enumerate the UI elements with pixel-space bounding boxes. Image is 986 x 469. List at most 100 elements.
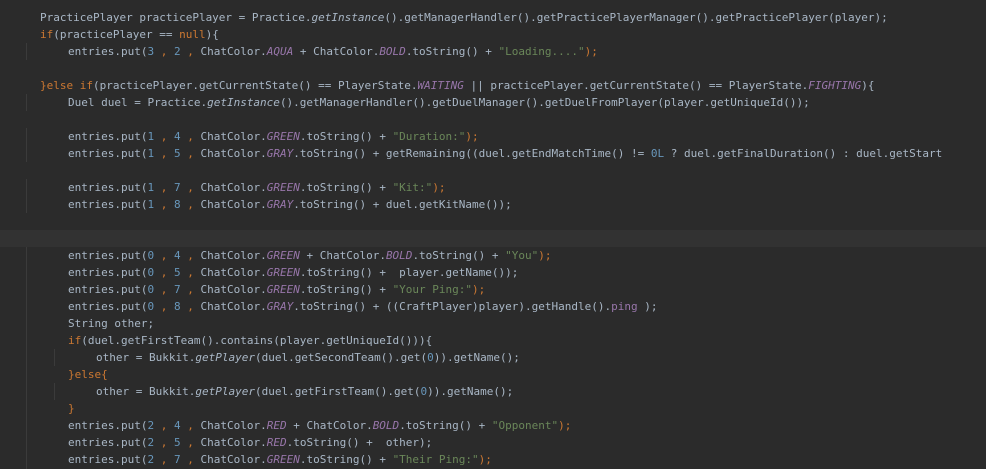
code-line[interactable]: if(duel.getFirstTeam().contains(player.g…	[0, 332, 986, 349]
code-editor[interactable]: PracticePlayer practicePlayer = Practice…	[0, 0, 986, 469]
code-token: )).getName();	[433, 351, 520, 364]
code-token: GREEN	[266, 181, 300, 194]
indent-guide	[26, 383, 27, 400]
code-token: (duel.getFirstTeam().get(	[254, 385, 421, 398]
code-token: ChatColor.	[200, 283, 267, 296]
code-token: ChatColor.	[200, 266, 267, 279]
code-line[interactable]	[0, 213, 986, 230]
code-line[interactable]: entries.put(0 , 4 , ChatColor.GREEN + Ch…	[0, 247, 986, 264]
indent-guide	[26, 298, 27, 315]
code-token: entries.put(	[68, 45, 148, 58]
code-line[interactable]: entries.put(1 , 7 , ChatColor.GREEN.toSt…	[0, 179, 986, 196]
code-line[interactable]: entries.put(0 , 8 , ChatColor.GRAY.toStr…	[0, 298, 986, 315]
indent-guide	[26, 264, 27, 281]
code-token: RED	[266, 436, 287, 449]
code-token: .toString() + getRemaining((duel.getEndM…	[293, 147, 651, 160]
code-token: + ChatColor.	[293, 45, 380, 58]
code-line[interactable]: other = Bukkit.getPlayer(duel.getFirstTe…	[0, 383, 986, 400]
indent-guide	[26, 196, 27, 213]
code-line-content: entries.put(2 , 4 , ChatColor.RED + Chat…	[68, 417, 571, 434]
code-token: FIGHTING	[808, 79, 862, 92]
code-line-content: Duel duel = Practice.getInstance().getMa…	[68, 94, 810, 111]
code-line[interactable]: entries.put(2 , 7 , ChatColor.GREEN.toSt…	[0, 451, 986, 468]
code-line-content: entries.put(3 , 2 , ChatColor.AQUA + Cha…	[68, 43, 598, 60]
code-token: ChatColor.	[200, 147, 267, 160]
indent-guide	[26, 417, 27, 434]
code-line[interactable]: entries.put(0 , 5 , ChatColor.GREEN.toSt…	[0, 264, 986, 281]
code-token: BOLD	[385, 249, 413, 262]
code-token: .toString() + other);	[286, 436, 433, 449]
code-line-content: entries.put(2 , 5 , ChatColor.RED.toStri…	[68, 434, 432, 451]
code-token: .toString() +	[405, 45, 499, 58]
code-token: 8	[173, 300, 181, 313]
code-token: if	[40, 28, 54, 41]
code-token: ,	[154, 266, 174, 279]
code-line[interactable]	[0, 60, 986, 77]
code-line[interactable]: if(practicePlayer == null){	[0, 26, 986, 43]
indent-guide	[26, 400, 27, 417]
code-token: (practicePlayer.getCurrentState() == Pla…	[92, 79, 418, 92]
code-line[interactable]	[0, 162, 986, 179]
code-token: 7	[173, 181, 181, 194]
indent-guide	[26, 434, 27, 451]
code-token: ,	[180, 419, 201, 432]
code-token: entries.put(	[68, 300, 148, 313]
code-token: 5	[173, 436, 181, 449]
code-token: GRAY	[266, 147, 294, 160]
code-token: ,	[180, 266, 201, 279]
code-token: Duel duel = Practice.	[68, 96, 208, 109]
code-token: ChatColor.	[200, 453, 267, 466]
code-token: entries.put(	[68, 283, 148, 296]
code-token: ){	[205, 28, 219, 41]
code-line[interactable]: other = Bukkit.getPlayer(duel.getSecondT…	[0, 349, 986, 366]
code-line-content: entries.put(1 , 7 , ChatColor.GREEN.toSt…	[68, 179, 446, 196]
code-line[interactable]: }	[0, 400, 986, 417]
code-line[interactable]: entries.put(2 , 4 , ChatColor.RED + Chat…	[0, 417, 986, 434]
code-line[interactable]: entries.put(1 , 5 , ChatColor.GRAY.toStr…	[0, 145, 986, 162]
indent-guide	[26, 247, 27, 264]
code-line[interactable]	[0, 230, 986, 247]
code-token: 4	[173, 130, 181, 143]
code-line[interactable]: String other;	[0, 315, 986, 332]
code-token: getInstance	[311, 11, 385, 24]
indent-guide	[26, 315, 27, 332]
code-line[interactable]: }else if(practicePlayer.getCurrentState(…	[0, 77, 986, 94]
code-token: .toString() +	[299, 283, 393, 296]
code-token: GREEN	[266, 249, 300, 262]
code-token: ){	[861, 79, 875, 92]
code-token: );	[478, 453, 492, 466]
code-token: ,	[154, 419, 174, 432]
code-token: .toString() +	[299, 181, 393, 194]
code-token: GREEN	[266, 130, 300, 143]
code-token: WAITING	[417, 79, 464, 92]
code-token: 4	[173, 249, 181, 262]
code-line[interactable]: entries.put(0 , 7 , ChatColor.GREEN.toSt…	[0, 281, 986, 298]
code-line[interactable]: entries.put(2 , 5 , ChatColor.RED.toStri…	[0, 434, 986, 451]
code-token: );	[432, 181, 446, 194]
code-line-content: other = Bukkit.getPlayer(duel.getSecondT…	[96, 349, 520, 366]
code-token: 4	[173, 419, 181, 432]
indent-guide	[26, 451, 27, 468]
code-token: ChatColor.	[200, 198, 267, 211]
code-line[interactable]: entries.put(3 , 2 , ChatColor.AQUA + Cha…	[0, 43, 986, 60]
code-line-content: }	[68, 400, 75, 417]
code-line[interactable]: entries.put(1 , 4 , ChatColor.GREEN.toSt…	[0, 128, 986, 145]
code-line-content: String other;	[68, 315, 154, 332]
code-token: ChatColor.	[200, 130, 267, 143]
indent-guide	[26, 281, 27, 298]
indent-guide	[26, 94, 27, 111]
code-token: entries.put(	[68, 419, 148, 432]
code-token: "Loading...."	[498, 45, 585, 58]
code-token: "You"	[505, 249, 539, 262]
code-line[interactable]: Duel duel = Practice.getInstance().getMa…	[0, 94, 986, 111]
code-line[interactable]: PracticePlayer practicePlayer = Practice…	[0, 9, 986, 26]
code-token: );	[584, 45, 598, 58]
code-token: getPlayer	[195, 351, 255, 364]
code-line[interactable]	[0, 111, 986, 128]
code-token: );	[558, 419, 572, 432]
code-token: 2	[173, 45, 181, 58]
code-line-content: entries.put(0 , 8 , ChatColor.GRAY.toStr…	[68, 298, 657, 315]
code-line[interactable]: entries.put(1 , 8 , ChatColor.GRAY.toStr…	[0, 196, 986, 213]
code-line[interactable]: }else{	[0, 366, 986, 383]
code-line-content: if(practicePlayer == null){	[40, 26, 219, 43]
